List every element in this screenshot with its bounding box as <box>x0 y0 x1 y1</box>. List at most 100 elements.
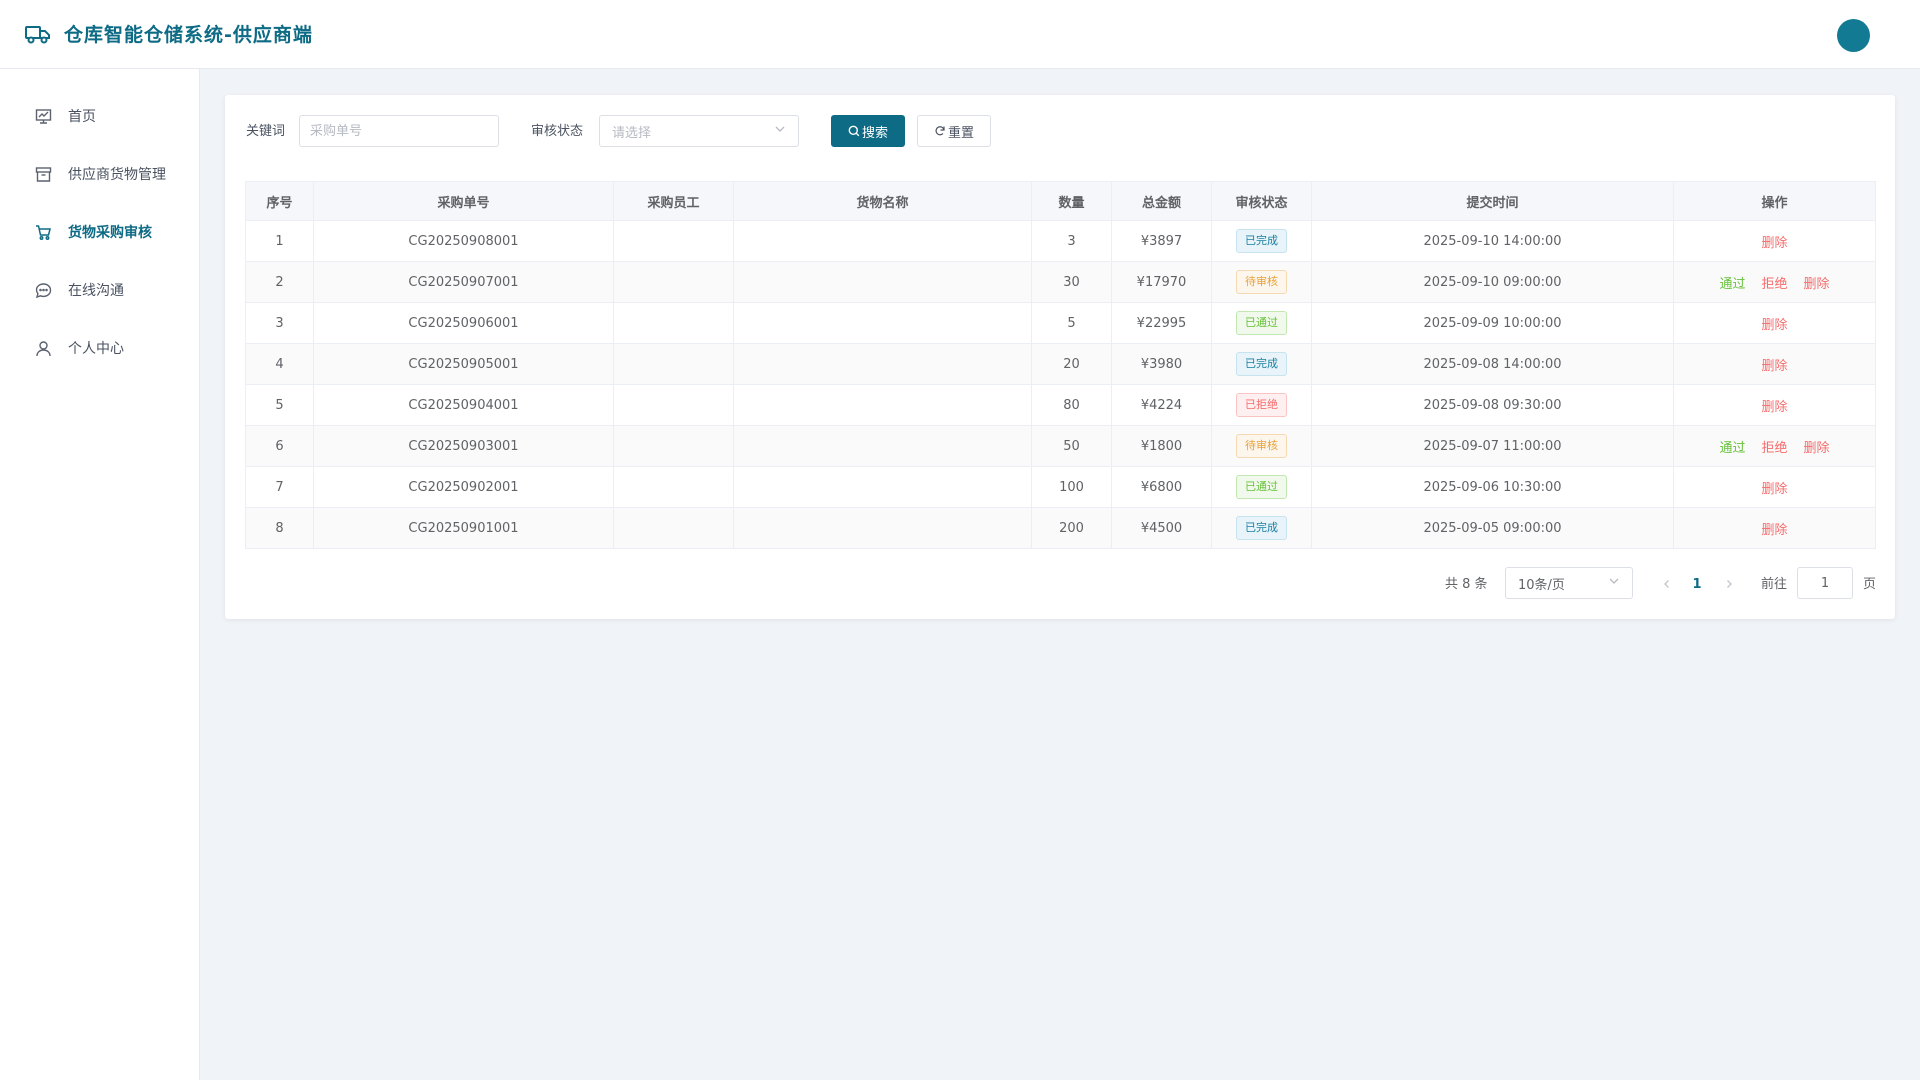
sidebar-item-home[interactable]: 首页 <box>0 87 199 145</box>
cell-amount: ¥4500 <box>1111 507 1212 549</box>
status-badge: 已完成 <box>1236 352 1287 376</box>
reject-button[interactable]: 拒绝 <box>1761 273 1787 292</box>
approve-button[interactable]: 通过 <box>1719 437 1745 456</box>
cell-staff <box>613 261 734 303</box>
goto-page-input[interactable] <box>1797 567 1853 599</box>
cell-order-no: CG20250907001 <box>313 261 614 303</box>
avatar[interactable] <box>1837 19 1870 52</box>
approve-button[interactable]: 通过 <box>1719 273 1745 292</box>
cell-goods <box>733 466 1032 508</box>
cell-order-no: CG20250908001 <box>313 220 614 262</box>
cell-actions: 通过 拒绝 删除 <box>1673 261 1876 303</box>
page-suffix: 页 <box>1863 577 1877 592</box>
search-button[interactable]: 搜索 <box>831 115 905 147</box>
cell-index: 3 <box>245 302 314 344</box>
sidebar-item-profile[interactable]: 个人中心 <box>0 319 199 377</box>
cell-time: 2025-09-10 14:00:00 <box>1311 220 1674 262</box>
column-header: 操作 <box>1673 181 1876 221</box>
chat-bubble-icon <box>34 281 52 299</box>
delete-button[interactable]: 删除 <box>1804 437 1830 456</box>
cell-time: 2025-09-07 11:00:00 <box>1311 425 1674 467</box>
cell-time: 2025-09-05 09:00:00 <box>1311 507 1674 549</box>
chevron-down-icon <box>774 123 786 139</box>
sidebar-item-label: 货物采购审核 <box>68 225 152 241</box>
cell-index: 5 <box>245 384 314 426</box>
cell-time: 2025-09-08 09:30:00 <box>1311 384 1674 426</box>
cell-time: 2025-09-09 10:00:00 <box>1311 302 1674 344</box>
keyword-input[interactable] <box>299 115 499 147</box>
status-select[interactable]: 请选择 <box>599 115 799 147</box>
cell-qty: 3 <box>1031 220 1112 262</box>
cell-goods <box>733 220 1032 262</box>
table-row: 3 CG20250906001 5 ¥22995 已通过 2025-09-09 10:00… <box>245 302 1876 344</box>
page-number-1[interactable]: 1 <box>1685 574 1709 594</box>
cell-amount: ¥1800 <box>1111 425 1212 467</box>
cell-actions: 删除 <box>1673 343 1876 385</box>
reset-button-label: 重置 <box>947 125 974 141</box>
refresh-icon <box>934 125 946 137</box>
cell-status: 待审核 <box>1211 261 1312 303</box>
cell-goods <box>733 343 1032 385</box>
cell-qty: 80 <box>1031 384 1112 426</box>
shopping-cart-icon <box>34 223 52 241</box>
column-header: 总金额 <box>1111 181 1212 221</box>
table-body: 1 CG20250908001 3 ¥3897 已完成 2025-09-10 14:00:… <box>245 220 1876 549</box>
chevron-left-icon <box>1664 580 1669 588</box>
table-row: 5 CG20250904001 80 ¥4224 已拒绝 2025-09-08 09:30… <box>245 384 1876 426</box>
top-header: 仓库智能仓储系统-供应商端 <box>0 0 1920 69</box>
cell-status: 已完成 <box>1211 507 1312 549</box>
column-header: 采购员工 <box>613 181 734 221</box>
prev-page-button[interactable] <box>1657 574 1677 594</box>
keyword-label: 关键词 <box>246 124 286 139</box>
reset-button[interactable]: 重置 <box>917 115 991 147</box>
purchase-table: 序号 采购单号 采购员工 货物名称 数量 总金额 审核状态 提交时间 操作 1C… <box>245 181 1876 549</box>
sidebar-item-supplier-goods[interactable]: 供应商货物管理 <box>0 145 199 203</box>
cell-amount: ¥22995 <box>1111 302 1212 344</box>
cell-status: 待审核 <box>1211 425 1312 467</box>
table-row: 7 CG20250902001 100 ¥6800 已通过 2025-09-06 10:3… <box>245 466 1876 508</box>
table-row: 2 CG20250907001 30 ¥17970 待审核 2025-09-10 09:0… <box>245 261 1876 303</box>
status-badge: 待审核 <box>1236 270 1287 294</box>
cell-goods <box>733 384 1032 426</box>
delete-button[interactable]: 删除 <box>1761 396 1787 415</box>
cell-qty: 30 <box>1031 261 1112 303</box>
delete-button[interactable]: 删除 <box>1761 478 1787 497</box>
goto-label: 前往 <box>1761 577 1788 592</box>
delete-button[interactable]: 删除 <box>1761 232 1787 251</box>
cell-staff <box>613 343 734 385</box>
cell-index: 1 <box>245 220 314 262</box>
cell-actions: 删除 <box>1673 384 1876 426</box>
cell-amount: ¥4224 <box>1111 384 1212 426</box>
cell-staff <box>613 220 734 262</box>
sidebar-item-label: 在线沟通 <box>68 283 124 299</box>
status-badge: 已通过 <box>1236 311 1287 335</box>
cell-order-no: CG20250903001 <box>313 425 614 467</box>
status-label: 审核状态 <box>531 124 584 139</box>
table-row: 4 CG20250905001 20 ¥3980 已完成 2025-09-08 14:00… <box>245 343 1876 385</box>
status-badge: 已完成 <box>1236 229 1287 253</box>
cell-goods <box>733 425 1032 467</box>
status-badge: 已拒绝 <box>1236 393 1287 417</box>
sidebar-item-chat[interactable]: 在线沟通 <box>0 261 199 319</box>
cell-goods <box>733 261 1032 303</box>
delete-button[interactable]: 删除 <box>1761 314 1787 333</box>
cell-staff <box>613 384 734 426</box>
table-row: 8 CG20250901001 200 ¥4500 已完成 2025-09-05 09:0… <box>245 507 1876 549</box>
next-page-button[interactable] <box>1719 574 1739 594</box>
cell-qty: 5 <box>1031 302 1112 344</box>
cell-order-no: CG20250904001 <box>313 384 614 426</box>
delete-button[interactable]: 删除 <box>1761 355 1787 374</box>
main-card: 关键词 审核状态 请选择 搜索 重置 序号 采购单号 采购员工 货物名称 数量 <box>225 95 1895 619</box>
search-icon <box>848 125 860 137</box>
reject-button[interactable]: 拒绝 <box>1761 437 1787 456</box>
column-header: 提交时间 <box>1311 181 1674 221</box>
delete-button[interactable]: 删除 <box>1761 519 1787 538</box>
status-select-placeholder: 请选择 <box>612 125 652 141</box>
delete-button[interactable]: 删除 <box>1804 273 1830 292</box>
cell-order-no: CG20250901001 <box>313 507 614 549</box>
cell-actions: 删除 <box>1673 466 1876 508</box>
sidebar-item-purchase-review[interactable]: 货物采购审核 <box>0 203 199 261</box>
page-size-select[interactable]: 10条/页 <box>1505 567 1633 599</box>
table-header-row: 序号 采购单号 采购员工 货物名称 数量 总金额 审核状态 提交时间 操作 <box>245 181 1876 221</box>
search-button-label: 搜索 <box>861 125 888 141</box>
